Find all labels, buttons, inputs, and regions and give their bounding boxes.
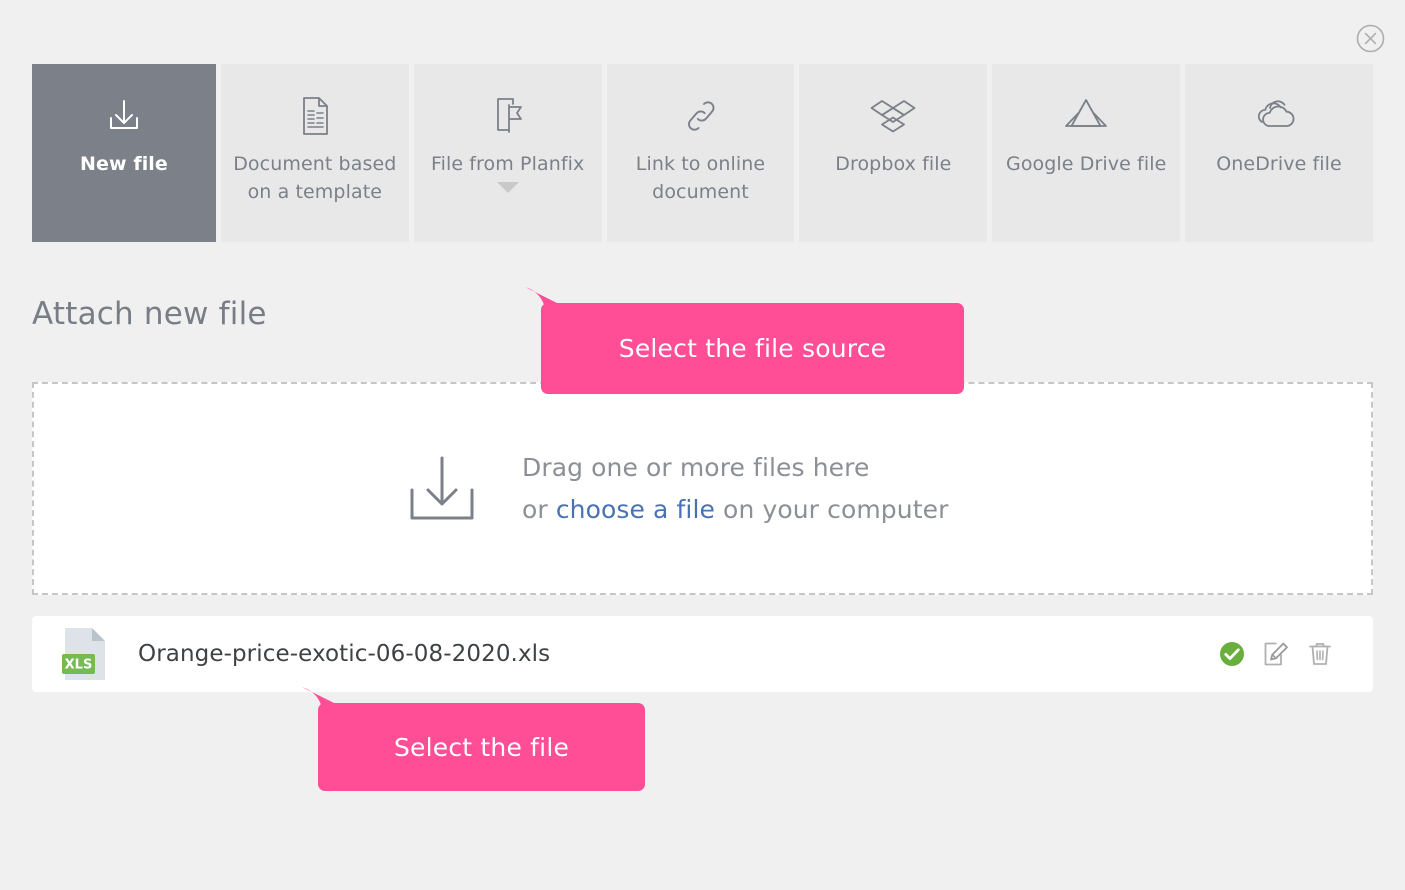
file-source-tab-strip: New file Document based on a template Fi… xyxy=(32,64,1373,242)
dropzone-line2-suffix: on your computer xyxy=(715,494,949,524)
document-lines-icon xyxy=(295,92,335,140)
tab-label: OneDrive file xyxy=(1216,153,1342,175)
callout-tail-icon xyxy=(524,287,558,321)
callout-text: Select the file xyxy=(393,732,570,762)
tab-label: File from Planfix xyxy=(430,153,585,175)
dropzone-line-2: or choose a file on your computer xyxy=(522,489,948,531)
dropbox-icon xyxy=(870,92,916,140)
callout-select-file-source: Select the file source xyxy=(525,287,964,394)
onedrive-cloud-icon xyxy=(1254,92,1304,140)
tab-link-to-online-document[interactable]: Link to online document xyxy=(606,64,795,242)
dropzone-instructions: Drag one or more files here or choose a … xyxy=(522,447,948,531)
tab-label: Document based on a template xyxy=(233,153,397,203)
tab-document-from-template[interactable]: Document based on a template xyxy=(220,64,409,242)
tab-label: Google Drive file xyxy=(1006,153,1167,175)
dropzone-line2-prefix: or xyxy=(522,494,556,524)
attached-file-row[interactable]: XLS Orange-price-exotic-06-08-2020.xls xyxy=(32,616,1373,692)
tab-google-drive-file[interactable]: Google Drive file xyxy=(992,64,1181,242)
dropzone-line-1: Drag one or more files here xyxy=(522,452,870,482)
tab-label: Dropbox file xyxy=(835,153,952,175)
file-dropzone[interactable]: Drag one or more files here or choose a … xyxy=(32,382,1373,595)
page-title: Attach new file xyxy=(32,296,267,332)
tab-dropbox-file[interactable]: Dropbox file xyxy=(799,64,988,242)
tab-file-from-planfix[interactable]: File from Planfix xyxy=(413,64,602,242)
tab-new-file[interactable]: New file xyxy=(32,64,216,242)
google-drive-icon xyxy=(1064,92,1108,140)
file-flag-icon xyxy=(487,92,529,140)
edit-pencil-icon[interactable] xyxy=(1263,641,1289,667)
tab-label: Link to online document xyxy=(635,153,766,203)
tab-onedrive-file[interactable]: OneDrive file xyxy=(1185,64,1373,242)
xls-file-icon: XLS xyxy=(62,626,108,682)
attached-file-actions xyxy=(1219,641,1333,667)
chevron-down-icon[interactable] xyxy=(496,182,519,193)
callout-select-the-file: Select the file xyxy=(302,687,645,791)
tab-label: New file xyxy=(79,153,168,175)
confirm-check-icon[interactable] xyxy=(1219,641,1245,667)
delete-trash-icon[interactable] xyxy=(1307,641,1333,667)
close-circle-icon xyxy=(1356,24,1385,53)
download-tray-icon xyxy=(103,92,145,140)
callout-text: Select the file source xyxy=(618,334,887,363)
chain-link-icon xyxy=(680,92,722,140)
svg-text:XLS: XLS xyxy=(65,658,93,673)
callout-tail-icon xyxy=(301,687,335,721)
choose-a-file-link[interactable]: choose a file xyxy=(556,495,715,524)
attached-file-name: Orange-price-exotic-06-08-2020.xls xyxy=(138,641,551,667)
download-tray-icon xyxy=(406,450,478,528)
close-dialog-button[interactable] xyxy=(1356,24,1385,53)
